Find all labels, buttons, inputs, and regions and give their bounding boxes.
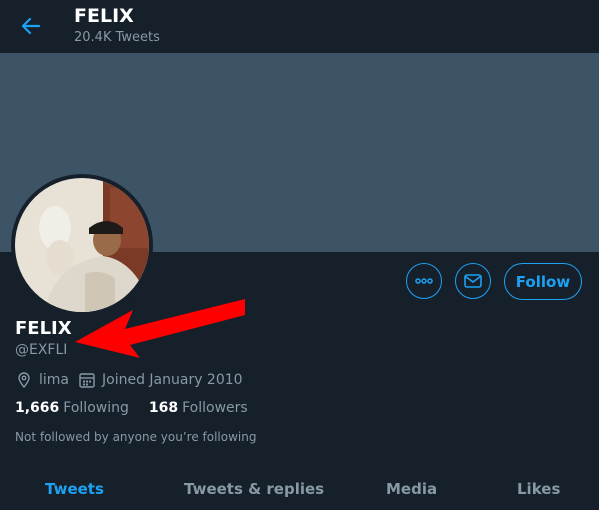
profile-tabs: Tweets Tweets & replies Media Likes (0, 466, 599, 510)
calendar-icon (79, 373, 95, 388)
profile-header: FELIX 20.4K Tweets (0, 0, 599, 53)
tab-tweets-replies[interactable]: Tweets & replies (184, 480, 324, 498)
profile-name: FELIX (15, 318, 72, 339)
envelope-icon (464, 274, 482, 288)
more-button[interactable] (406, 263, 442, 299)
following-link[interactable]: 1,666 Following (15, 400, 129, 416)
location-pin-icon (18, 372, 30, 389)
profile-handle: @EXFLI (15, 342, 68, 358)
following-count: 1,666 (15, 400, 60, 416)
follow-button[interactable]: Follow (504, 263, 582, 300)
followed-by-text: Not followed by anyone you’re following (15, 430, 257, 444)
following-label: Following (63, 400, 129, 416)
profile-stats: 1,666 Following 168 Followers (15, 400, 248, 416)
red-arrow-annotation (75, 299, 245, 358)
tab-likes[interactable]: Likes (517, 480, 560, 498)
tab-tweets[interactable]: Tweets (45, 480, 104, 498)
tweet-count: 20.4K Tweets (74, 30, 160, 45)
arrow-left-icon (21, 17, 41, 35)
more-icon (415, 278, 433, 284)
join-date-text: Joined January 2010 (102, 372, 243, 388)
message-button[interactable] (455, 263, 491, 299)
header-title: FELIX (74, 5, 134, 27)
followers-count: 168 (148, 400, 179, 416)
back-button[interactable] (19, 14, 43, 38)
followers-link[interactable]: 168 Followers (149, 400, 248, 416)
join-date: Joined January 2010 (78, 371, 243, 389)
tab-media[interactable]: Media (386, 480, 437, 498)
location: lima (15, 371, 69, 389)
followers-label: Followers (182, 400, 248, 416)
location-text: lima (39, 372, 69, 388)
